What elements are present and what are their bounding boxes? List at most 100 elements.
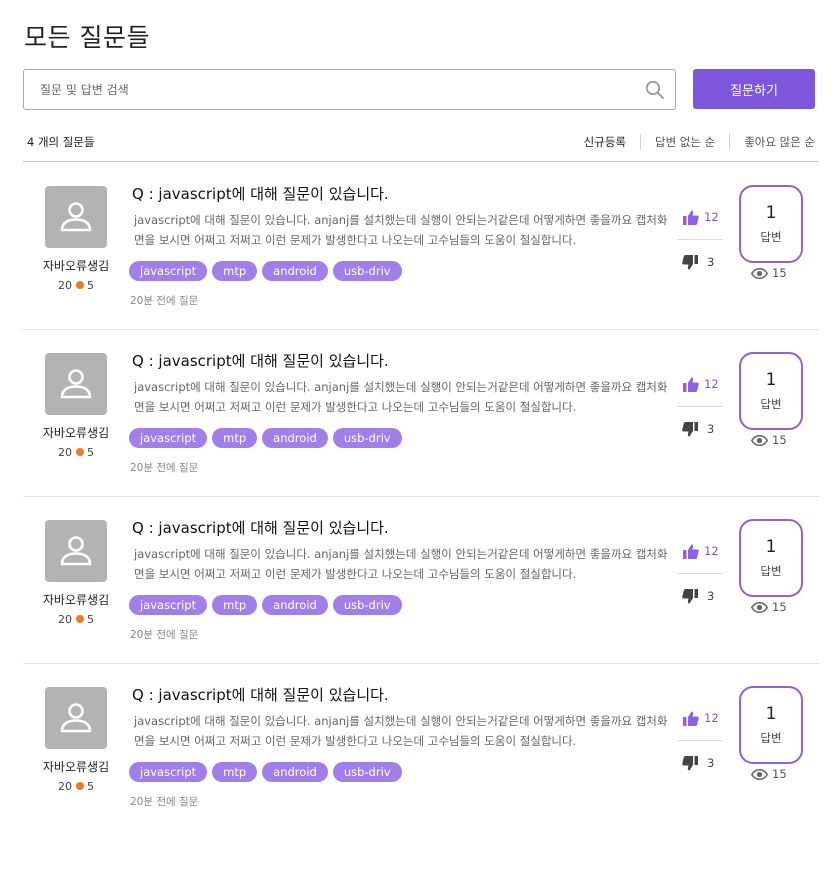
answer-label: 답변 <box>760 731 782 745</box>
search-icon[interactable] <box>645 80 665 100</box>
vote-panel: 12 3 <box>677 704 723 775</box>
author-score: 20 <box>58 780 72 793</box>
tag[interactable]: mtp <box>212 762 258 782</box>
author-name[interactable]: 자바오류생김 <box>23 591 129 608</box>
author-points: 5 <box>87 780 94 793</box>
dislike-count: 3 <box>707 756 715 770</box>
list-header: 4 개의 질문들 신규등록 답변 없는 순 좋아요 많은 순 <box>23 132 819 162</box>
answer-count-box[interactable]: 1 답변 <box>739 352 803 430</box>
view-count: 15 <box>772 767 787 781</box>
view-count: 15 <box>772 433 787 447</box>
dislike-count: 3 <box>707 589 715 603</box>
like-button[interactable]: 12 <box>677 370 723 398</box>
question-time: 20분 전에 질문 <box>130 629 199 641</box>
dislike-button[interactable]: 3 <box>677 751 723 775</box>
thumbs-down-icon <box>682 588 698 603</box>
tag[interactable]: android <box>262 762 328 782</box>
tag[interactable]: android <box>262 261 328 281</box>
like-button[interactable]: 12 <box>677 203 723 231</box>
sort-tab-newest[interactable]: 신규등록 <box>584 134 626 150</box>
tag[interactable]: javascript <box>129 762 208 782</box>
tag[interactable]: javascript <box>129 595 208 615</box>
sort-divider <box>639 134 641 150</box>
tag[interactable]: android <box>262 595 328 615</box>
tag[interactable]: mtp <box>212 595 258 615</box>
like-count: 12 <box>704 711 719 725</box>
view-count: 15 <box>772 266 787 280</box>
eye-icon <box>751 601 768 613</box>
question-title[interactable]: Q : javascript에 대해 질문이 있습니다. <box>132 684 389 705</box>
tag[interactable]: usb-driv <box>332 595 402 615</box>
dislike-count: 3 <box>707 255 715 269</box>
dislike-button[interactable]: 3 <box>677 250 723 274</box>
like-button[interactable]: 12 <box>677 704 723 732</box>
point-dot-icon <box>76 448 84 456</box>
question-excerpt: javascript에 대해 질문이 있습니다. anjanj를 설치했는데 실… <box>134 547 668 581</box>
vote-panel: 12 3 <box>677 537 723 608</box>
answer-count-box[interactable]: 1 답변 <box>739 185 803 263</box>
answer-count-box[interactable]: 1 답변 <box>739 686 803 764</box>
question-title[interactable]: Q : javascript에 대해 질문이 있습니다. <box>132 183 389 204</box>
question-excerpt: javascript에 대해 질문이 있습니다. anjanj를 설치했는데 실… <box>134 714 668 748</box>
vote-divider <box>677 406 723 407</box>
question-title[interactable]: Q : javascript에 대해 질문이 있습니다. <box>132 517 389 538</box>
author-score: 20 <box>58 446 72 459</box>
tag[interactable]: usb-driv <box>332 261 402 281</box>
view-counter: 15 <box>751 600 787 614</box>
like-count: 12 <box>704 544 719 558</box>
author-points: 5 <box>87 613 94 626</box>
answer-count: 1 <box>765 203 777 223</box>
author-name[interactable]: 자바오류생김 <box>23 758 129 775</box>
view-count: 15 <box>772 600 787 614</box>
author-points: 5 <box>87 279 94 292</box>
question-time: 20분 전에 질문 <box>130 796 199 808</box>
vote-divider <box>677 740 723 741</box>
tag-list: javascript mtp android usb-driv <box>129 428 407 448</box>
author-name[interactable]: 자바오류생김 <box>23 257 129 274</box>
thumbs-up-icon <box>683 711 699 726</box>
tag[interactable]: javascript <box>129 428 208 448</box>
page-title: 모든 질문들 <box>24 23 150 52</box>
search-input[interactable] <box>24 70 634 109</box>
user-icon <box>60 703 92 733</box>
thumbs-down-icon <box>682 254 698 269</box>
tag[interactable]: mtp <box>212 261 258 281</box>
tag[interactable]: usb-driv <box>332 428 402 448</box>
like-button[interactable]: 12 <box>677 537 723 565</box>
vote-panel: 12 3 <box>677 203 723 274</box>
dislike-count: 3 <box>707 422 715 436</box>
avatar[interactable] <box>45 353 107 415</box>
tag[interactable]: mtp <box>212 428 258 448</box>
avatar[interactable] <box>45 520 107 582</box>
author-points: 5 <box>87 446 94 459</box>
tag[interactable]: usb-driv <box>332 762 402 782</box>
tag-list: javascript mtp android usb-driv <box>129 595 407 615</box>
search-box <box>23 69 676 110</box>
answer-count-box[interactable]: 1 답변 <box>739 519 803 597</box>
sort-tab-unanswered[interactable]: 답변 없는 순 <box>655 134 715 150</box>
point-dot-icon <box>76 782 84 790</box>
vote-divider <box>677 573 723 574</box>
tag[interactable]: javascript <box>129 261 208 281</box>
thumbs-down-icon <box>682 421 698 436</box>
author-stats: 20 5 <box>23 613 129 626</box>
tag[interactable]: android <box>262 428 328 448</box>
dislike-button[interactable]: 3 <box>677 417 723 441</box>
dislike-button[interactable]: 3 <box>677 584 723 608</box>
point-dot-icon <box>76 615 84 623</box>
like-count: 12 <box>704 377 719 391</box>
avatar[interactable] <box>45 687 107 749</box>
avatar[interactable] <box>45 186 107 248</box>
question-title[interactable]: Q : javascript에 대해 질문이 있습니다. <box>132 350 389 371</box>
answer-label: 답변 <box>760 230 782 244</box>
tag-list: javascript mtp android usb-driv <box>129 261 407 281</box>
ask-question-button[interactable]: 질문하기 <box>693 69 815 109</box>
vote-panel: 12 3 <box>677 370 723 441</box>
question-item: 자바오류생김 20 5 Q : javascript에 대해 질문이 있습니다. … <box>23 330 819 497</box>
thumbs-down-icon <box>682 755 698 770</box>
author-name[interactable]: 자바오류생김 <box>23 424 129 441</box>
author-stats: 20 5 <box>23 780 129 793</box>
user-icon <box>60 536 92 566</box>
sort-tab-most-liked[interactable]: 좋아요 많은 순 <box>744 134 815 150</box>
view-counter: 15 <box>751 433 787 447</box>
